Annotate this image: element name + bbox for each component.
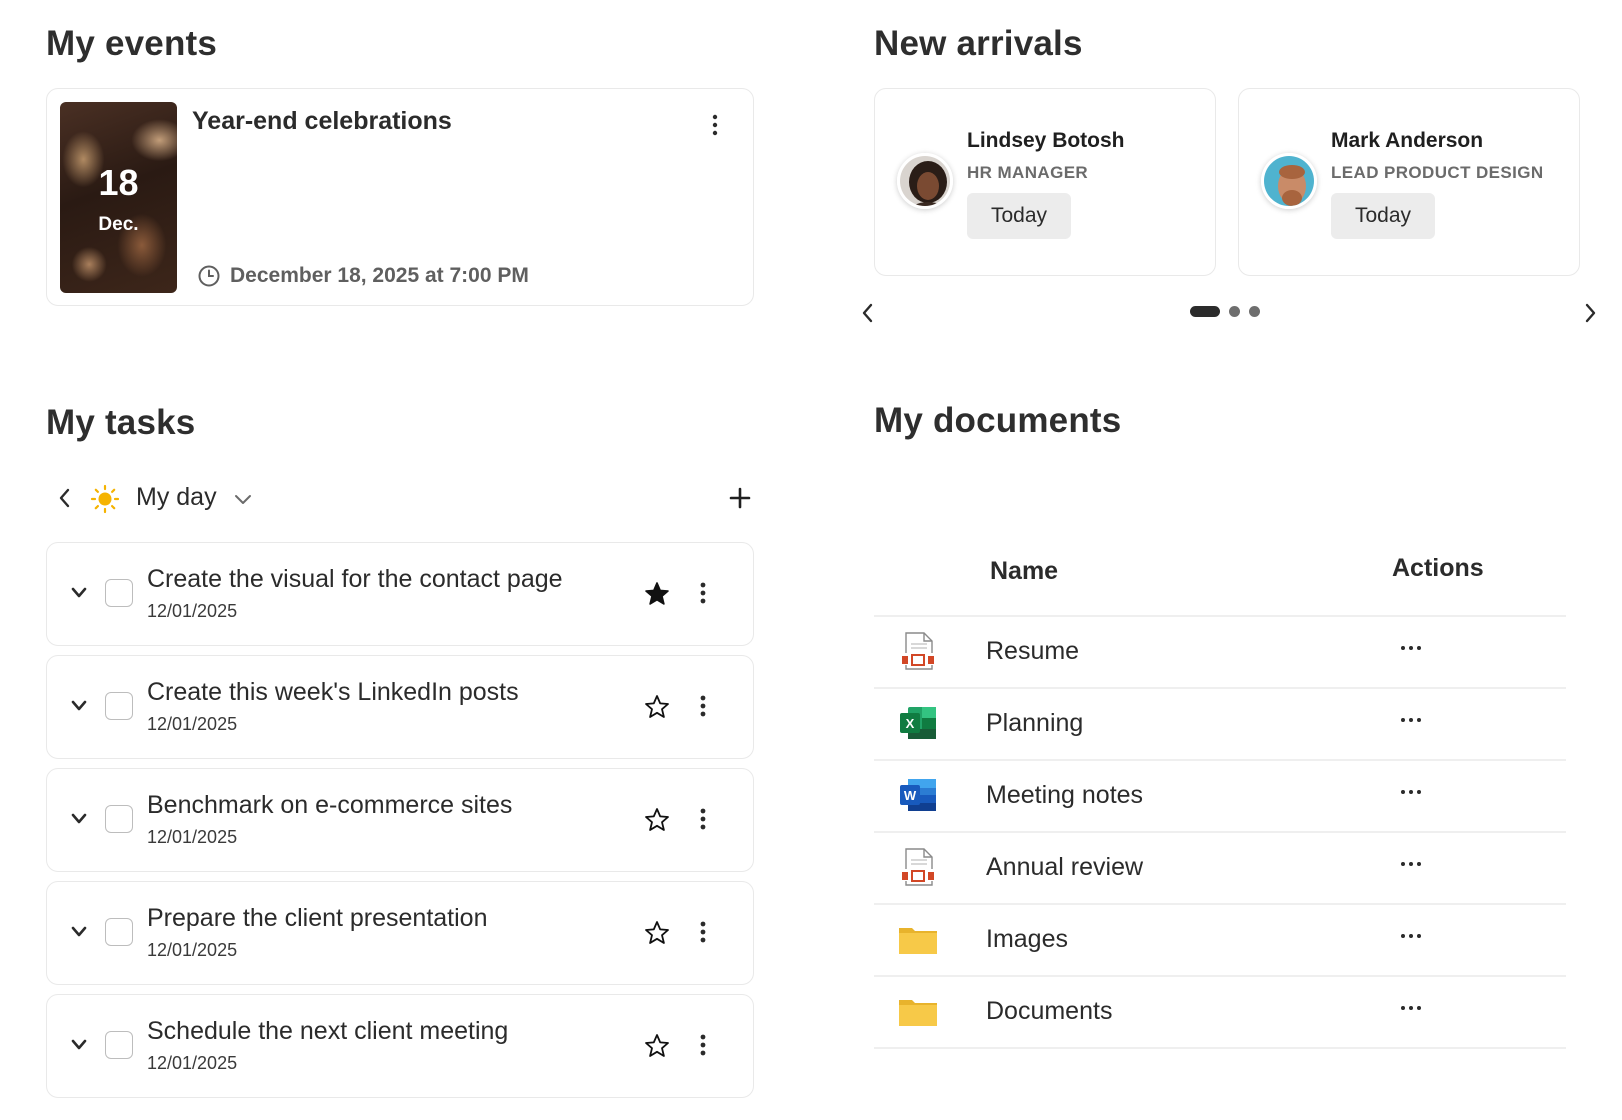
chevron-right-icon[interactable] [1580, 300, 1600, 326]
word-icon: W [900, 779, 936, 811]
document-row[interactable]: Annual review [874, 833, 1566, 903]
arrival-name: Lindsey Botosh [967, 129, 1125, 152]
document-row[interactable]: W Meeting notes [874, 761, 1566, 831]
today-badge[interactable]: Today [1331, 193, 1435, 239]
avatar [897, 153, 953, 209]
more-vertical-icon[interactable] [695, 579, 711, 607]
plus-icon[interactable] [728, 486, 752, 510]
avatar [1261, 153, 1317, 209]
star-outline-icon[interactable] [644, 1033, 670, 1059]
chevron-down-icon[interactable] [69, 585, 89, 601]
task-date: 12/01/2025 [147, 1053, 238, 1073]
more-vertical-icon[interactable] [695, 1031, 711, 1059]
task-item[interactable]: Benchmark on e-commerce sites 12/01/2025 [46, 768, 754, 872]
task-checkbox[interactable] [105, 805, 133, 833]
document-name[interactable]: Resume [986, 637, 1079, 666]
task-checkbox[interactable] [105, 692, 133, 720]
arrival-card[interactable]: Lindsey Botosh HR MANAGER Today [874, 88, 1216, 276]
event-title: Year-end celebrations [192, 107, 452, 135]
star-outline-icon[interactable] [644, 807, 670, 833]
more-horizontal-icon[interactable] [1398, 929, 1424, 943]
star-outline-icon[interactable] [644, 694, 670, 720]
document-row[interactable]: Resume [874, 617, 1566, 687]
document-name[interactable]: Annual review [986, 853, 1143, 882]
column-header-actions: Actions [1392, 554, 1484, 582]
carousel-dot[interactable] [1229, 306, 1240, 317]
task-checkbox[interactable] [105, 579, 133, 607]
column-header-name[interactable]: Name [990, 557, 1058, 586]
document-name[interactable]: Meeting notes [986, 781, 1143, 810]
task-date: 12/01/2025 [147, 940, 238, 960]
event-datetime-row: December 18, 2025 at 7:00 PM [197, 264, 529, 288]
chevron-down-icon[interactable] [69, 698, 89, 714]
pdf-icon [902, 848, 934, 886]
arrivals-title: New arrivals [874, 24, 1083, 63]
more-horizontal-icon[interactable] [1398, 1001, 1424, 1015]
event-thumbnail: 18 Dec. [60, 102, 177, 293]
more-horizontal-icon[interactable] [1398, 785, 1424, 799]
clock-icon [198, 265, 220, 287]
document-row[interactable]: Images [874, 905, 1566, 975]
documents-title: My documents [874, 401, 1122, 440]
task-date: 12/01/2025 [147, 714, 238, 734]
task-item[interactable]: Create the visual for the contact page 1… [46, 542, 754, 646]
my-day-filter[interactable]: My day [136, 483, 217, 512]
pdf-icon [902, 632, 934, 670]
more-vertical-icon[interactable] [695, 692, 711, 720]
task-item[interactable]: Schedule the next client meeting 12/01/2… [46, 994, 754, 1098]
arrival-role: HR MANAGER [967, 163, 1089, 182]
more-vertical-icon[interactable] [695, 805, 711, 833]
task-title: Create this week's LinkedIn posts [147, 678, 519, 706]
task-title: Create the visual for the contact page [147, 565, 563, 593]
carousel-dot[interactable] [1190, 306, 1220, 317]
chevron-down-icon[interactable] [69, 1037, 89, 1053]
task-checkbox[interactable] [105, 1031, 133, 1059]
star-outline-icon[interactable] [644, 920, 670, 946]
svg-text:W: W [904, 788, 917, 803]
tasks-title: My tasks [46, 403, 196, 442]
folder-icon [899, 1000, 937, 1026]
event-day: 18 [98, 162, 139, 203]
event-card[interactable]: 18 Dec. Year-end celebrations December 1… [46, 88, 754, 306]
events-title: My events [46, 24, 218, 63]
sun-icon [90, 484, 120, 514]
folder-icon [899, 928, 937, 954]
task-title: Prepare the client presentation [147, 904, 488, 932]
more-horizontal-icon[interactable] [1398, 713, 1424, 727]
document-row[interactable]: Documents [874, 977, 1566, 1047]
chevron-down-icon[interactable] [232, 492, 254, 508]
task-date: 12/01/2025 [147, 601, 238, 621]
event-datetime: December 18, 2025 at 7:00 PM [230, 264, 529, 287]
chevron-left-icon[interactable] [858, 300, 878, 326]
arrival-name: Mark Anderson [1331, 129, 1484, 152]
more-vertical-icon[interactable] [707, 111, 723, 139]
arrival-role: LEAD PRODUCT DESIGN [1331, 163, 1544, 182]
task-item[interactable]: Create this week's LinkedIn posts 12/01/… [46, 655, 754, 759]
task-title: Schedule the next client meeting [147, 1017, 509, 1045]
document-name[interactable]: Planning [986, 709, 1083, 738]
task-date: 12/01/2025 [147, 827, 238, 847]
task-checkbox[interactable] [105, 918, 133, 946]
more-horizontal-icon[interactable] [1398, 641, 1424, 655]
row-divider [874, 1047, 1566, 1049]
task-item[interactable]: Prepare the client presentation 12/01/20… [46, 881, 754, 985]
star-filled-icon[interactable] [644, 581, 670, 607]
task-title: Benchmark on e-commerce sites [147, 791, 513, 819]
chevron-down-icon[interactable] [69, 924, 89, 940]
svg-text:X: X [906, 716, 915, 731]
carousel-dot[interactable] [1249, 306, 1260, 317]
chevron-left-icon[interactable] [56, 485, 74, 511]
document-name[interactable]: Documents [986, 997, 1112, 1026]
today-badge[interactable]: Today [967, 193, 1071, 239]
document-row[interactable]: X Planning [874, 689, 1566, 759]
event-month: Dec. [98, 214, 139, 235]
chevron-down-icon[interactable] [69, 811, 89, 827]
arrival-card[interactable]: Mark Anderson LEAD PRODUCT DESIGN Today [1238, 88, 1580, 276]
carousel-dots [1190, 306, 1260, 317]
excel-icon: X [900, 707, 936, 739]
more-horizontal-icon[interactable] [1398, 857, 1424, 871]
document-name[interactable]: Images [986, 925, 1068, 954]
more-vertical-icon[interactable] [695, 918, 711, 946]
